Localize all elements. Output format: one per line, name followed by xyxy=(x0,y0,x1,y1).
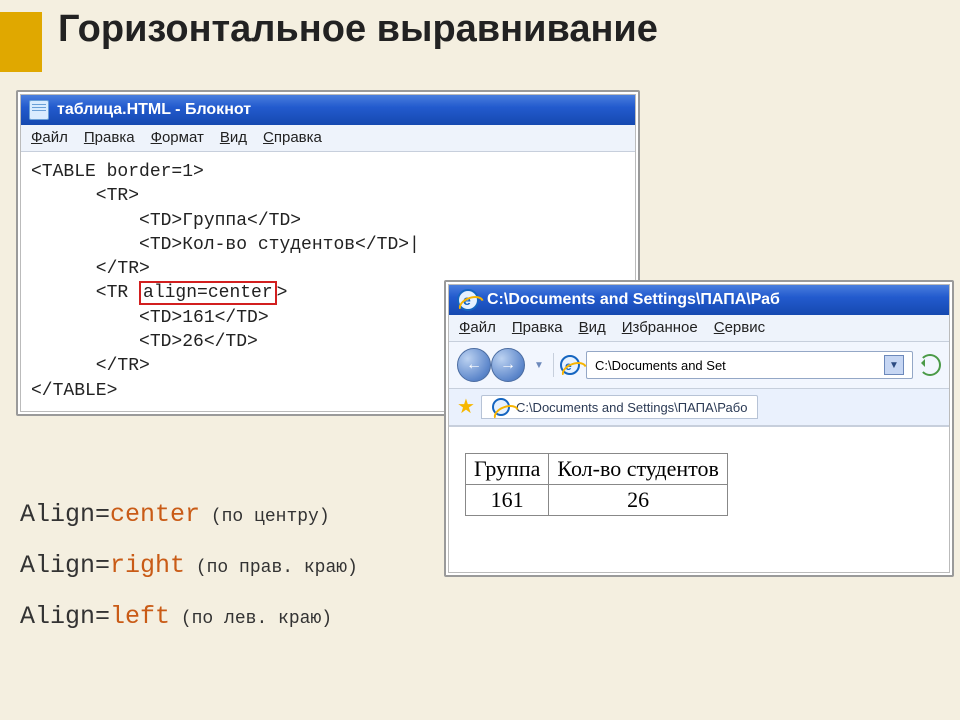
code-line: </TR> xyxy=(31,259,150,279)
code-line: </TABLE> xyxy=(31,381,117,401)
code-line: > xyxy=(277,283,288,303)
menu-edit[interactable]: Правка xyxy=(84,129,135,146)
legend-keyword: left xyxy=(110,602,170,631)
legend-row-left: Align=left (по лев. краю) xyxy=(20,602,358,631)
table-header-count: Кол-во студентов xyxy=(549,454,727,485)
menu-file[interactable]: Файл xyxy=(31,129,68,146)
favorites-star-icon[interactable]: ★ xyxy=(457,397,475,417)
chevron-down-icon[interactable]: ▼ xyxy=(531,349,547,381)
table-header-group: Группа xyxy=(466,454,549,485)
legend-row-right: Align=right (по прав. краю) xyxy=(20,551,358,580)
forward-button[interactable]: → xyxy=(491,348,525,382)
legend-keyword: center xyxy=(110,500,200,529)
menu-view[interactable]: Вид xyxy=(220,129,247,146)
legend-note: (по прав. краю) xyxy=(185,558,358,578)
table-cell-count: 26 xyxy=(549,485,727,516)
legend-text: Align= xyxy=(20,551,110,580)
browser-tab[interactable]: C:\Documents and Settings\ПАПА\Рабо xyxy=(481,395,759,419)
ie-menu-file[interactable]: Файл xyxy=(459,319,496,336)
ie-viewport: Группа Кол-во студентов 161 26 xyxy=(449,426,949,572)
ie-toolbar: ← → ▼ e C:\Documents and Set ▼ xyxy=(449,342,949,389)
highlight-align-center: align=center xyxy=(139,281,277,305)
legend-text: Align= xyxy=(20,500,110,529)
notepad-titlebar[interactable]: таблица.HTML - Блокнот xyxy=(21,95,635,125)
ie-menu-view[interactable]: Вид xyxy=(579,319,606,336)
address-dropdown-icon[interactable]: ▼ xyxy=(884,355,904,375)
code-line: <TR> xyxy=(31,186,139,206)
legend-keyword: right xyxy=(110,551,185,580)
ie-icon: e xyxy=(457,289,479,311)
legend-row-center: Align=center (по центру) xyxy=(20,500,358,529)
code-line: <TD>161</TD> xyxy=(31,308,269,328)
tab-label: C:\Documents and Settings\ПАПА\Рабо xyxy=(516,400,748,415)
notepad-title-text: таблица.HTML - Блокнот xyxy=(57,101,251,119)
toolbar-divider xyxy=(553,353,554,377)
table-cell-group: 161 xyxy=(466,485,549,516)
notepad-menubar: Файл Правка Формат Вид Справка xyxy=(21,125,635,152)
menu-help[interactable]: Справка xyxy=(263,129,322,146)
ie-window: e C:\Documents and Settings\ПАПА\Раб Фай… xyxy=(444,280,954,577)
ie-tabbar: ★ C:\Documents and Settings\ПАПА\Рабо xyxy=(449,389,949,426)
legend-note: (по лев. краю) xyxy=(170,609,332,629)
rendered-table: Группа Кол-во студентов 161 26 xyxy=(465,453,728,516)
address-bar[interactable]: C:\Documents and Set ▼ xyxy=(586,351,913,379)
ie-page-icon: e xyxy=(560,355,580,375)
ie-title-text: C:\Documents and Settings\ПАПА\Раб xyxy=(487,291,780,309)
align-legend: Align=center (по центру) Align=right (по… xyxy=(20,500,358,653)
menu-format[interactable]: Формат xyxy=(151,129,204,146)
code-line: <TR xyxy=(31,283,139,303)
table-row: 161 26 xyxy=(466,485,728,516)
accent-bar xyxy=(0,12,42,72)
code-line: </TR> xyxy=(31,356,150,376)
code-line: <TD>26</TD> xyxy=(31,332,258,352)
ie-menu-favorites[interactable]: Избранное xyxy=(622,319,698,336)
ie-menu-edit[interactable]: Правка xyxy=(512,319,563,336)
tab-ie-icon xyxy=(492,398,510,416)
slide-title: Горизонтальное выравнивание xyxy=(58,8,658,51)
ie-menu-service[interactable]: Сервис xyxy=(714,319,765,336)
address-text: C:\Documents and Set xyxy=(595,358,726,373)
ie-menubar: Файл Правка Вид Избранное Сервис xyxy=(449,315,949,342)
legend-note: (по центру) xyxy=(200,507,330,527)
code-line: <TD>Группа</TD> xyxy=(31,211,301,231)
code-line: <TD>Кол-во студентов</TD>| xyxy=(31,235,420,255)
code-line: <TABLE border=1> xyxy=(31,162,204,182)
legend-text: Align= xyxy=(20,602,110,631)
back-button[interactable]: ← xyxy=(457,348,491,382)
reload-icon[interactable] xyxy=(919,354,941,376)
ie-titlebar[interactable]: e C:\Documents and Settings\ПАПА\Раб xyxy=(449,285,949,315)
table-row: Группа Кол-во студентов xyxy=(466,454,728,485)
notepad-icon xyxy=(29,100,49,120)
